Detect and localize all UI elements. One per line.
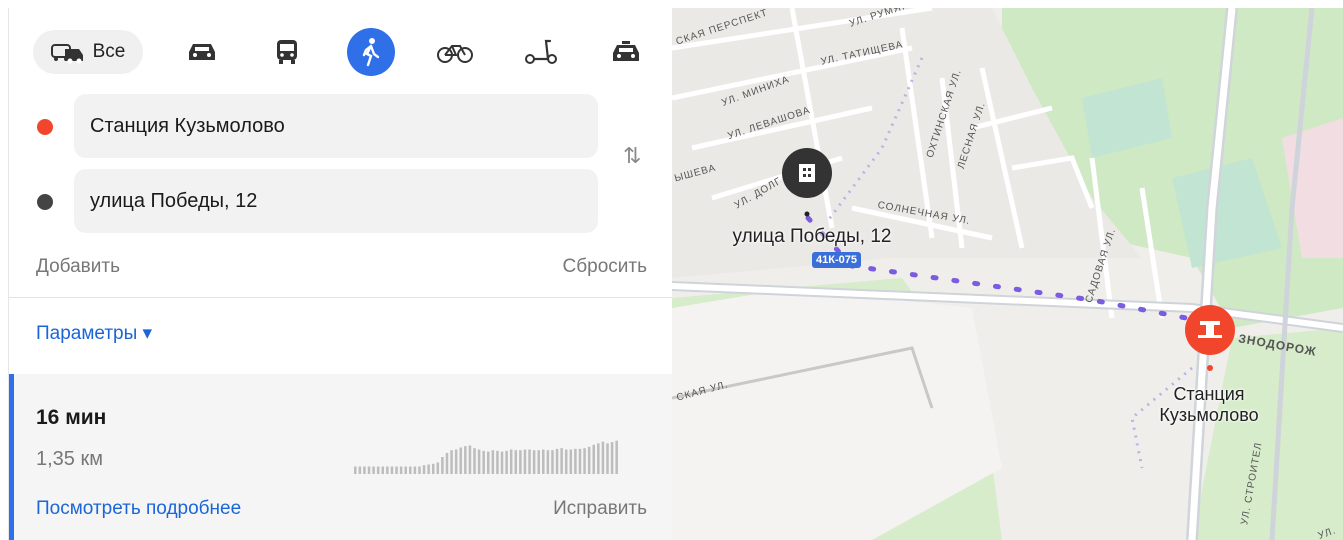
reset-button[interactable]: Сбросить bbox=[563, 256, 647, 278]
elevation-bar bbox=[578, 448, 582, 474]
elevation-bar bbox=[459, 447, 462, 474]
elevation-bar bbox=[560, 448, 563, 474]
fix-route-link[interactable]: Исправить bbox=[553, 498, 647, 520]
elevation-bar bbox=[555, 448, 559, 474]
elevation-bar bbox=[477, 449, 481, 474]
mode-scooter-button[interactable] bbox=[517, 28, 565, 76]
destination-field[interactable]: улица Победы, 12 bbox=[74, 169, 598, 233]
elevation-bar bbox=[367, 466, 371, 474]
elevation-bar bbox=[468, 445, 472, 474]
route-panel: Все Станция Кузьмолово улица Победы, 12 … bbox=[8, 8, 673, 540]
elevation-bar bbox=[505, 450, 508, 474]
taxi-icon bbox=[613, 41, 639, 61]
elevation-bar bbox=[487, 451, 490, 474]
elevation-bar bbox=[537, 450, 540, 474]
elevation-bar bbox=[441, 457, 444, 474]
elevation-bar bbox=[523, 449, 527, 474]
elevation-bar bbox=[386, 466, 389, 474]
elevation-bar bbox=[569, 449, 573, 474]
elevation-bar bbox=[473, 448, 476, 474]
elevation-bar bbox=[395, 466, 398, 474]
elevation-bar bbox=[404, 466, 407, 474]
transport-mode-bar: Все bbox=[9, 26, 673, 76]
walk-icon bbox=[362, 38, 380, 67]
destination-marker-dot bbox=[37, 194, 53, 210]
elevation-bar bbox=[610, 442, 614, 474]
mode-all-label: Все bbox=[92, 41, 126, 62]
elevation-bar bbox=[528, 449, 531, 474]
origin-marker-dot bbox=[37, 119, 53, 135]
elevation-bar bbox=[496, 450, 499, 474]
mode-bicycle-button[interactable] bbox=[431, 28, 479, 76]
elevation-bar bbox=[597, 443, 600, 474]
elevation-bar bbox=[418, 466, 421, 474]
station-pin-label: Станция Кузьмолово bbox=[1159, 384, 1259, 425]
road-number-badge: 41К-075 bbox=[812, 252, 861, 268]
elevation-bar bbox=[564, 449, 568, 474]
mode-walk-button[interactable] bbox=[347, 28, 395, 76]
scooter-icon bbox=[525, 39, 557, 64]
mode-taxi-button[interactable] bbox=[602, 28, 650, 76]
elevation-bar bbox=[413, 466, 417, 474]
elevation-bar bbox=[514, 450, 518, 474]
elevation-bar bbox=[551, 450, 554, 474]
elevation-bar bbox=[409, 466, 412, 474]
elevation-bar bbox=[427, 464, 430, 474]
elevation-bar bbox=[431, 463, 435, 474]
elevation-bar bbox=[372, 466, 375, 474]
elevation-bar bbox=[390, 466, 394, 474]
elevation-bar bbox=[532, 450, 536, 474]
elevation-bar bbox=[615, 440, 618, 474]
swap-route-icon[interactable]: ⇅ bbox=[623, 143, 641, 169]
elevation-bar bbox=[491, 450, 495, 474]
elevation-bar bbox=[399, 466, 403, 474]
all-mode-icon bbox=[50, 44, 83, 64]
elevation-bar bbox=[542, 449, 545, 474]
elevation-bar bbox=[363, 466, 366, 474]
car-icon bbox=[189, 44, 215, 60]
view-details-link[interactable]: Посмотреть подробнее bbox=[36, 498, 241, 520]
origin-field[interactable]: Станция Кузьмолово bbox=[74, 94, 598, 158]
elevation-bar bbox=[450, 450, 453, 474]
elevation-bar bbox=[381, 466, 385, 474]
elevation-bar bbox=[583, 448, 586, 474]
destination-pin-label: улица Победы, 12 bbox=[732, 226, 892, 247]
map-view[interactable]: ская перспект ул. Румяна ул. Татищева ул… bbox=[672, 8, 1343, 540]
elevation-bar bbox=[546, 450, 550, 474]
elevation-bar bbox=[376, 466, 380, 474]
elevation-bar bbox=[592, 444, 595, 474]
mode-car-button[interactable] bbox=[178, 28, 226, 76]
route-distance: 1,35 км bbox=[36, 448, 103, 470]
divider bbox=[9, 297, 673, 298]
route-result-card[interactable]: 16 мин 1,35 км Посмотреть подробнее Испр… bbox=[9, 374, 673, 540]
elevation-bar bbox=[601, 441, 605, 474]
mode-all-button[interactable]: Все bbox=[33, 30, 143, 74]
elevation-bar bbox=[354, 466, 357, 474]
elevation-bar bbox=[358, 466, 362, 474]
add-waypoint-button[interactable]: Добавить bbox=[36, 256, 120, 278]
elevation-bar bbox=[445, 452, 449, 474]
mode-bus-button[interactable] bbox=[263, 28, 311, 76]
elevation-bar bbox=[519, 450, 522, 474]
elevation-bar bbox=[464, 446, 467, 474]
bus-icon bbox=[277, 40, 297, 64]
elevation-bar bbox=[606, 443, 609, 474]
elevation-bar bbox=[500, 451, 504, 474]
elevation-bar bbox=[482, 450, 485, 474]
elevation-bar bbox=[574, 448, 577, 474]
elevation-bar bbox=[587, 446, 591, 474]
elevation-bar bbox=[422, 465, 426, 474]
elevation-bar bbox=[436, 462, 440, 474]
elevation-profile bbox=[354, 440, 618, 474]
route-time: 16 мин bbox=[36, 406, 107, 429]
bicycle-icon bbox=[437, 45, 473, 63]
elevation-bar bbox=[454, 449, 458, 474]
elevation-bar bbox=[509, 449, 513, 474]
parameters-dropdown[interactable]: Параметры ▾ bbox=[36, 322, 152, 345]
